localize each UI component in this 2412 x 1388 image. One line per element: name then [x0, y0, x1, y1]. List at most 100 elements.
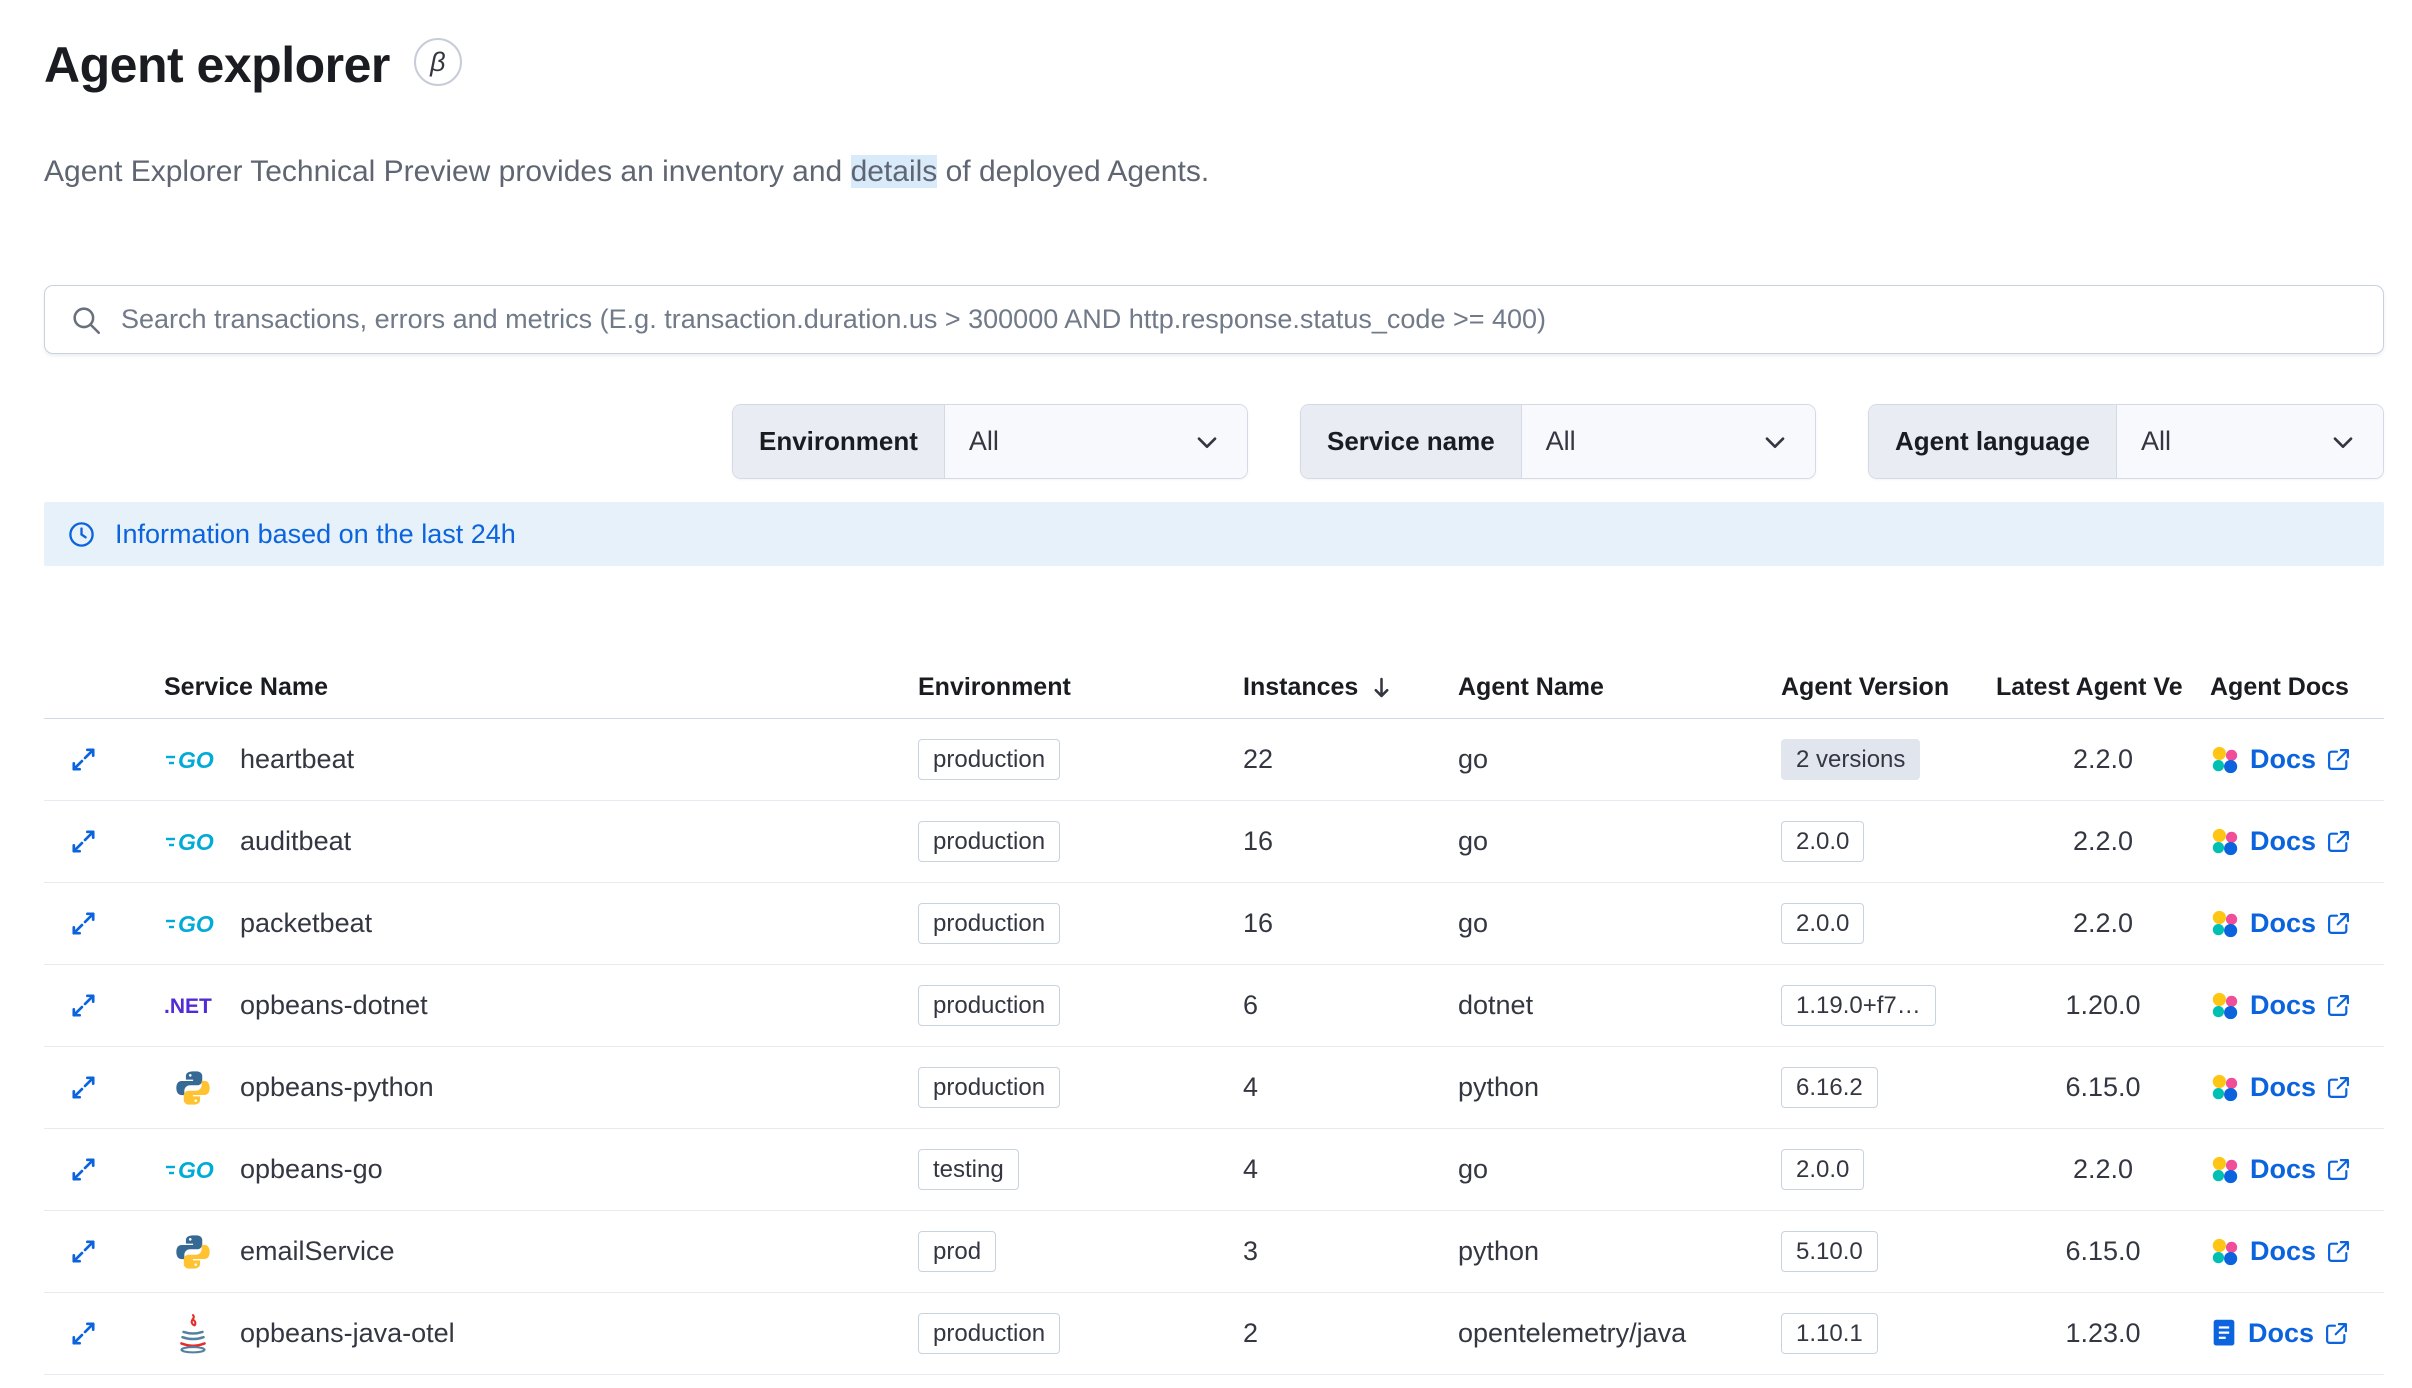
agent-version-badge: 5.10.0: [1781, 1230, 1878, 1273]
search-bar: [44, 285, 2384, 354]
agent-name: python: [1458, 1072, 1540, 1102]
time-range-banner: Information based on the last 24h: [44, 502, 2384, 566]
chevron-down-icon: [2327, 426, 2359, 458]
external-link-icon: [2326, 1157, 2351, 1182]
elastic-docs-icon: [2210, 827, 2240, 857]
expand-icon: [68, 990, 99, 1021]
docs-link-label: Docs: [2250, 908, 2317, 938]
instances-count: 2: [1243, 1318, 1259, 1348]
docs-link-label: Docs: [2250, 1236, 2317, 1266]
agent-docs-link[interactable]: Docs: [2210, 826, 2384, 857]
search-input[interactable]: [121, 304, 2363, 335]
beta-badge: β: [413, 38, 462, 86]
agent-docs-link[interactable]: Docs: [2210, 744, 2384, 775]
go-logo-icon: GO: [164, 743, 222, 777]
environment-badge: prod: [918, 1230, 997, 1273]
agent-docs-link[interactable]: Docs: [2210, 1072, 2384, 1103]
agent-version-badge: 1.10.1: [1781, 1312, 1878, 1355]
agent-name: go: [1458, 744, 1489, 774]
svg-text:GO: GO: [178, 1157, 214, 1183]
latest-agent-version: 2.2.0: [2072, 1154, 2134, 1184]
agent-docs-link[interactable]: Docs: [2210, 908, 2384, 939]
external-link-icon: [2326, 993, 2351, 1018]
agent-language-filter-select[interactable]: All: [2117, 405, 2383, 478]
expand-icon: [68, 1236, 99, 1267]
expand-row-button[interactable]: [64, 740, 103, 779]
expand-row-button[interactable]: [64, 986, 103, 1025]
docs-link-label: Docs: [2250, 1154, 2317, 1184]
service-name-filter-select[interactable]: All: [1521, 405, 1815, 478]
environment-filter[interactable]: Environment All: [732, 404, 1248, 479]
instances-count: 16: [1243, 826, 1274, 856]
column-header-latest-agent-version[interactable]: Latest Agent Ve: [1996, 673, 2210, 702]
agent-docs-link[interactable]: Docs: [2210, 1318, 2384, 1349]
external-link-icon: [2326, 829, 2351, 854]
docs-link-label: Docs: [2248, 1318, 2315, 1348]
agent-docs-link[interactable]: Docs: [2210, 1236, 2384, 1267]
instances-count: 4: [1243, 1072, 1259, 1102]
agent-version-badge[interactable]: 2 versions: [1781, 738, 1921, 781]
environment-badge: production: [918, 902, 1061, 945]
external-link-icon: [2326, 1239, 2351, 1264]
agent-docs-link[interactable]: Docs: [2210, 1154, 2384, 1185]
expand-icon: [68, 826, 99, 857]
elastic-docs-icon: [2210, 745, 2240, 775]
agent-docs-link[interactable]: Docs: [2210, 990, 2384, 1021]
column-header-environment[interactable]: Environment: [918, 673, 1243, 702]
go-logo-icon: GO: [164, 825, 222, 859]
expand-row-button[interactable]: [64, 822, 103, 861]
agent-name: go: [1458, 1154, 1489, 1184]
svg-text:GO: GO: [178, 747, 214, 773]
environment-filter-select[interactable]: All: [944, 405, 1247, 478]
agent-version-badge: 2.0.0: [1781, 902, 1865, 945]
description-text: Agent Explorer Technical Preview provide…: [44, 155, 851, 188]
dotnet-logo-icon: .NET: [164, 992, 222, 1020]
page-header: Agent explorer β: [44, 34, 2384, 96]
expand-row-button[interactable]: [64, 1150, 103, 1189]
environment-badge: production: [918, 738, 1061, 781]
column-header-service-name[interactable]: Service Name: [164, 673, 918, 702]
external-link-icon: [2326, 1075, 2351, 1100]
instances-count: 16: [1243, 908, 1274, 938]
external-link-icon: [2324, 1321, 2349, 1346]
expand-row-button[interactable]: [64, 904, 103, 943]
table-row: GO opbeans-go testing 4 go 2.0.0 2.2.0 D…: [44, 1129, 2384, 1211]
service-name: opbeans-java-otel: [240, 1318, 455, 1348]
column-header-agent-docs[interactable]: Agent Docs: [2210, 673, 2384, 702]
table-row: GO heartbeat production 22 go 2 versions…: [44, 719, 2384, 801]
expand-row-button[interactable]: [64, 1068, 103, 1107]
agent-version-badge: 2.0.0: [1781, 820, 1865, 863]
expand-row-button[interactable]: [64, 1232, 103, 1271]
elastic-docs-icon: [2210, 909, 2240, 939]
expand-icon: [68, 1318, 99, 1349]
page-title: Agent explorer: [44, 37, 390, 93]
column-header-agent-name[interactable]: Agent Name: [1458, 673, 1781, 702]
page-description: Agent Explorer Technical Preview provide…: [44, 154, 2384, 190]
clock-icon: [66, 519, 97, 550]
search-icon: [69, 303, 103, 337]
svg-text:GO: GO: [178, 911, 214, 937]
python-logo-icon: [164, 1232, 222, 1272]
column-header-instances[interactable]: Instances: [1243, 673, 1458, 702]
service-name: auditbeat: [240, 826, 352, 856]
service-name: heartbeat: [240, 744, 355, 774]
agent-name: go: [1458, 908, 1489, 938]
agent-language-filter[interactable]: Agent language All: [1868, 404, 2384, 479]
latest-agent-version: 2.2.0: [2072, 826, 2134, 856]
column-header-instances-label: Instances: [1243, 673, 1359, 701]
agent-name: python: [1458, 1236, 1540, 1266]
latest-agent-version: 1.20.0: [2065, 990, 2141, 1020]
service-name-filter[interactable]: Service name All: [1300, 404, 1816, 479]
docs-link-label: Docs: [2250, 1072, 2317, 1102]
table-row: .NET opbeans-dotnet production 6 dotnet …: [44, 965, 2384, 1047]
sort-descending-icon: [1368, 674, 1395, 701]
table-header-row: Service Name Environment Instances Agent…: [44, 657, 2384, 719]
latest-agent-version: 6.15.0: [2065, 1072, 2141, 1102]
expand-row-button[interactable]: [64, 1314, 103, 1353]
column-header-agent-version[interactable]: Agent Version: [1781, 673, 1996, 702]
instances-count: 6: [1243, 990, 1259, 1020]
agent-name: opentelemetry/java: [1458, 1318, 1687, 1348]
go-logo-icon: GO: [164, 907, 222, 941]
svg-text:GO: GO: [178, 829, 214, 855]
service-name: opbeans-go: [240, 1154, 383, 1184]
